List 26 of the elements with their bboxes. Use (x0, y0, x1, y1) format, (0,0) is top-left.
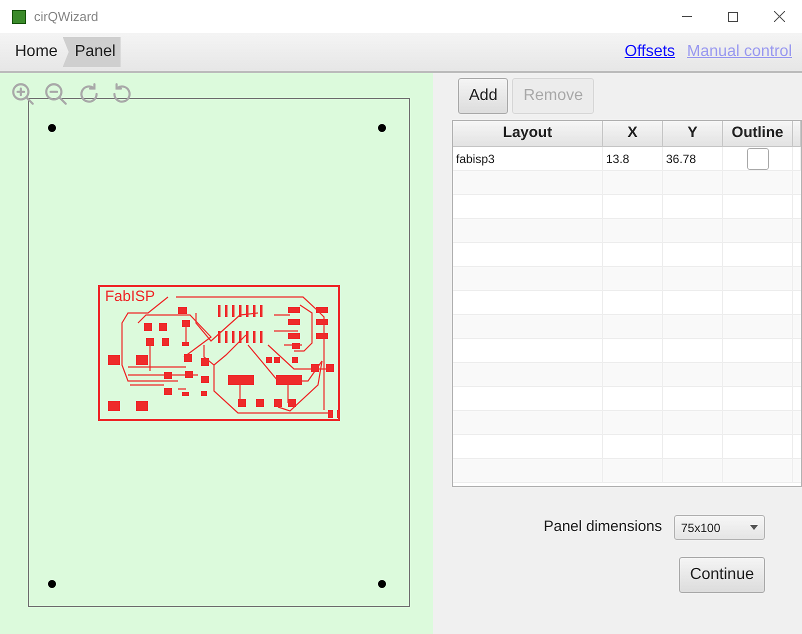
panel-dimensions-label: Panel dimensions (544, 517, 662, 538)
app-icon (12, 10, 26, 24)
mounting-hole (378, 124, 386, 132)
breadcrumb-item[interactable]: Home (10, 37, 63, 67)
panel-dimensions-dropdown[interactable]: 75x100 (674, 515, 765, 540)
table-cell: fabisp3 (453, 147, 603, 170)
zoom-in-icon[interactable] (10, 81, 36, 107)
table-cell: 13.8 (603, 147, 663, 170)
column-header[interactable]: Y (663, 121, 723, 146)
table-cell: 36.78 (663, 147, 723, 170)
column-header[interactable]: Outline (723, 121, 793, 146)
window-title: cirQWizard (34, 8, 98, 26)
board-label: FabISP (105, 289, 156, 304)
breadcrumb-item[interactable]: Panel (62, 37, 121, 67)
toolbar-button[interactable]: Add (458, 78, 508, 114)
mounting-hole (48, 124, 56, 132)
nav-link[interactable]: Offsets (624, 40, 676, 64)
continue-button[interactable]: Continue (678, 557, 765, 593)
caret-icon (750, 525, 758, 530)
mounting-hole (378, 580, 386, 588)
mounting-hole (48, 580, 56, 588)
column-header[interactable]: X (603, 121, 663, 146)
column-header[interactable]: Layout (453, 121, 603, 146)
outline-checkbox[interactable] (746, 148, 768, 170)
zoom-out-icon[interactable] (43, 81, 69, 107)
close-icon (774, 11, 784, 22)
